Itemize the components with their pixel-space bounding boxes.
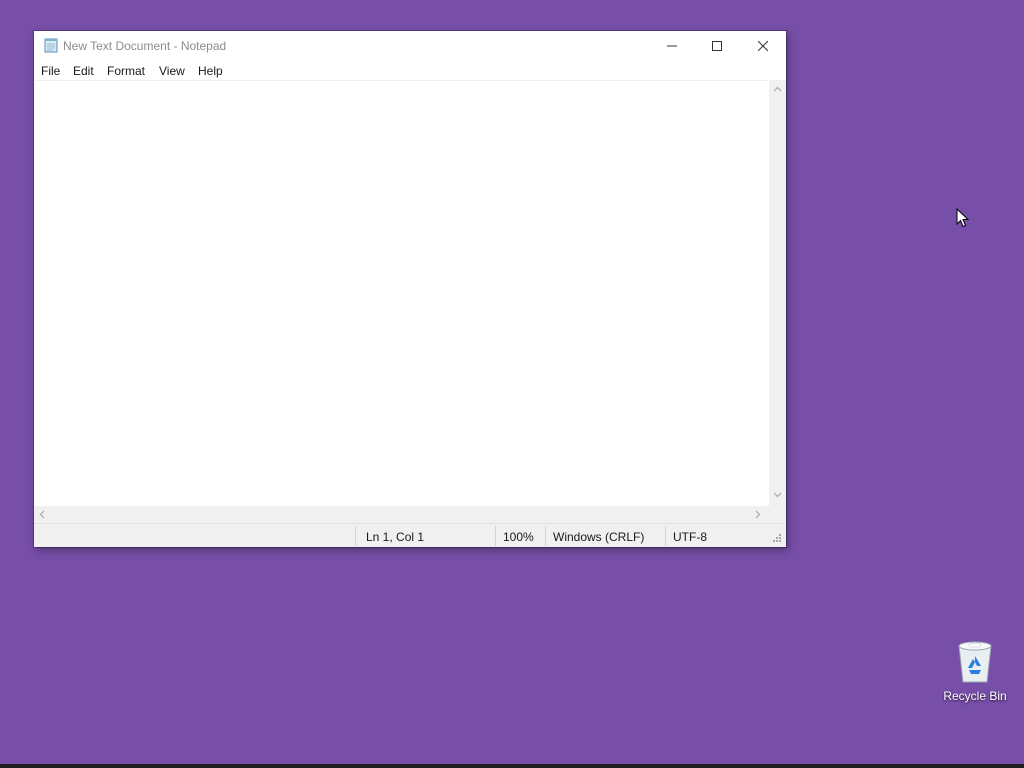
status-separator (495, 526, 496, 546)
scroll-down-icon[interactable] (773, 492, 782, 498)
close-button[interactable] (740, 31, 786, 60)
cursor-position: Ln 1, Col 1 (366, 530, 425, 544)
scroll-up-icon[interactable] (773, 86, 782, 92)
notepad-window[interactable]: New Text Document - Notepad File Edit Fo… (34, 31, 786, 547)
menu-edit[interactable]: Edit (73, 64, 94, 78)
menu-format[interactable]: Format (107, 64, 145, 78)
encoding: UTF-8 (673, 530, 707, 544)
horizontal-scrollbar[interactable] (34, 506, 769, 523)
line-ending: Windows (CRLF) (553, 530, 645, 544)
recycle-bin-icon (958, 641, 992, 683)
menu-file[interactable]: File (41, 64, 60, 78)
minimize-icon (667, 45, 677, 46)
scrollbar-corner (769, 506, 786, 523)
menu-help[interactable]: Help (198, 64, 223, 78)
minimize-button[interactable] (649, 31, 695, 60)
menu-bar: File Edit Format View Help (34, 60, 786, 81)
recycle-bin[interactable]: Recycle Bin (940, 636, 1010, 708)
maximize-icon (712, 40, 722, 51)
status-separator (545, 526, 546, 546)
resize-grip-icon[interactable] (772, 533, 782, 543)
notepad-icon (44, 38, 58, 53)
mouse-pointer-icon (956, 208, 970, 228)
text-editor[interactable] (34, 81, 769, 506)
zoom-level: 100% (503, 530, 534, 544)
recycle-bin-label: Recycle Bin (943, 689, 1007, 703)
status-bar: Ln 1, Col 1 100% Windows (CRLF) UTF-8 (34, 523, 786, 547)
menu-view[interactable]: View (159, 64, 185, 78)
close-icon (758, 40, 768, 51)
window-title: New Text Document - Notepad (63, 39, 227, 53)
vertical-scrollbar[interactable] (769, 81, 786, 506)
status-separator (355, 526, 356, 546)
maximize-button[interactable] (694, 31, 740, 60)
status-separator (665, 526, 666, 546)
scroll-left-icon[interactable] (39, 510, 45, 519)
scroll-right-icon[interactable] (755, 510, 761, 519)
title-bar[interactable]: New Text Document - Notepad (34, 31, 786, 60)
taskbar-edge (0, 764, 1024, 768)
